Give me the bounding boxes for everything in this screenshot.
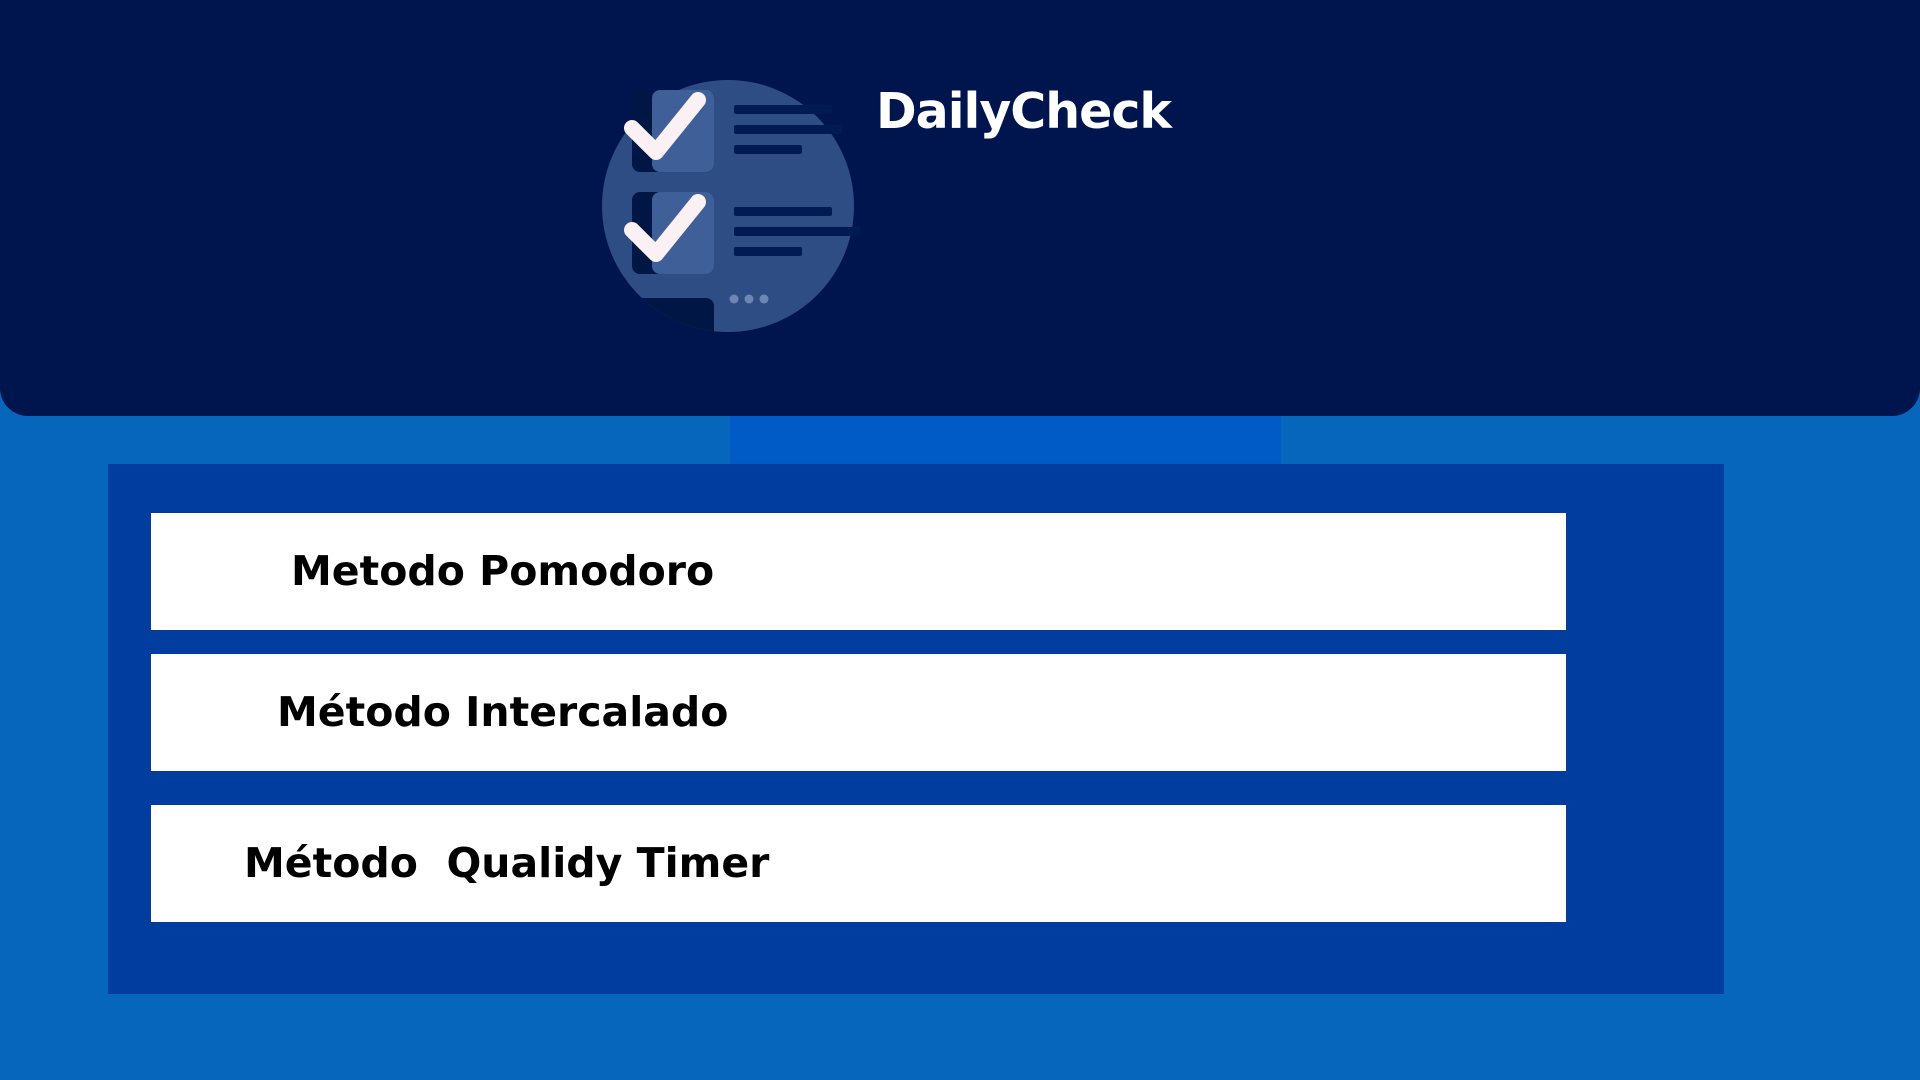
checklist-icon (602, 80, 860, 332)
method-intercalado-label: Método Intercalado (277, 688, 729, 736)
method-pomodoro-label: Metodo Pomodoro (291, 547, 715, 595)
method-pomodoro-button[interactable]: Metodo Pomodoro (151, 513, 1566, 630)
method-quality-timer-label: Método Qualidy Timer (244, 839, 770, 887)
app-title: DailyCheck (876, 83, 1172, 140)
method-quality-timer-button[interactable]: Método Qualidy Timer (151, 805, 1566, 922)
header-bar: DailyCheck (0, 0, 1920, 416)
method-intercalado-button[interactable]: Método Intercalado (151, 654, 1566, 771)
app-screen: DailyCheck Metodo Pomodoro Método Interc… (0, 0, 1920, 1080)
header-connector (730, 416, 1281, 464)
